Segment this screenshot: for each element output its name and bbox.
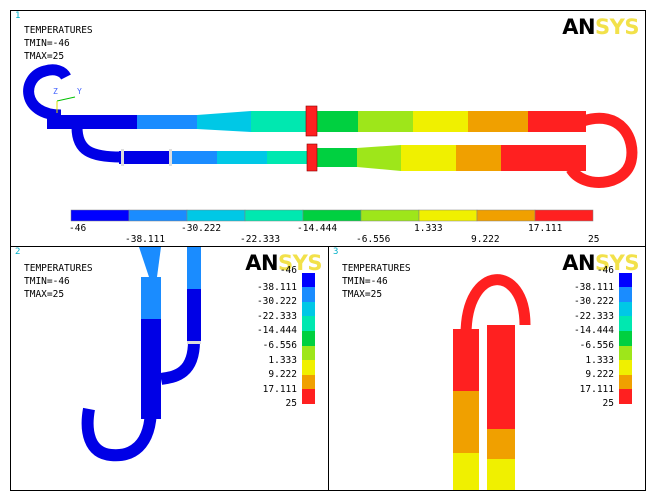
legend-value: -6.556	[579, 340, 614, 351]
pipe-model-view-1	[23, 64, 638, 188]
legend-row: 25	[237, 389, 317, 411]
legend-value-2: -38.111	[125, 234, 166, 245]
legend-value: 25	[602, 398, 614, 410]
legend-swatch	[619, 316, 632, 332]
legend-value: 17.111	[579, 383, 614, 395]
legend-value: -30.222	[573, 296, 614, 308]
legend-value-4: -22.333	[240, 234, 281, 245]
legend-swatch	[619, 345, 632, 361]
legend-value-8: 9.222	[471, 234, 500, 245]
legend-swatch	[619, 331, 632, 346]
legend-value-3: -30.222	[181, 223, 222, 234]
viewport-window-2[interactable]: 2 TEMPERATURES TMIN=-46 TMAX=25 ANSYS -4…	[10, 246, 329, 491]
legend-swatch	[302, 360, 315, 376]
vertical-legend: -46 -38.111 -30.222 -22.333 -14.444 -6.556 1.3…	[554, 259, 634, 439]
legend-swatch	[302, 316, 315, 332]
legend-value-7: 1.333	[414, 223, 443, 234]
legend-value: -22.333	[573, 310, 614, 322]
triad-z-label: Z	[53, 87, 58, 96]
legend-value: -30.222	[256, 296, 297, 308]
legend-value: -14.444	[573, 325, 614, 337]
legend-value: -38.111	[573, 281, 614, 293]
legend-value: 17.111	[262, 383, 297, 395]
legend-value: -14.444	[256, 325, 297, 337]
legend-value-10: 25	[588, 234, 600, 245]
legend-swatch	[302, 272, 315, 288]
legend-swatch	[302, 331, 315, 346]
legend-value-6: -6.556	[356, 234, 391, 245]
vertical-legend: -46 -38.111 -30.222 -22.333 -14.444 -6.556 1.3…	[237, 259, 317, 439]
legend-value: -6.556	[262, 340, 297, 351]
legend-swatch	[619, 374, 632, 390]
legend-value: 1.333	[268, 354, 297, 366]
legend-row: 25	[554, 389, 634, 411]
legend-swatch	[619, 287, 632, 303]
legend-value: 25	[285, 398, 297, 410]
legend-swatch	[302, 287, 315, 303]
legend-value-9: 17.111	[528, 223, 563, 234]
axis-triad: Z Y	[51, 87, 82, 117]
legend-swatch	[302, 389, 315, 405]
viewport-window-1[interactable]: 1 TEMPERATURES TMIN=-46 TMAX=25 ANSYS Z …	[10, 10, 646, 247]
legend-swatch	[302, 345, 315, 361]
legend-value: -46	[279, 265, 297, 276]
legend-swatch	[302, 374, 315, 390]
legend-value: 1.333	[585, 354, 614, 366]
legend-swatch	[619, 389, 632, 405]
legend-value-1: -46	[69, 223, 87, 234]
legend-value: -38.111	[256, 281, 297, 293]
legend-value: -46	[596, 265, 614, 276]
legend-swatch	[619, 360, 632, 376]
legend-value: 9.222	[268, 369, 297, 381]
viewport-window-3[interactable]: 3 TEMPERATURES TMIN=-46 TMAX=25 ANSYS -4…	[328, 246, 646, 491]
legend-swatch	[619, 272, 632, 288]
legend-swatch	[302, 301, 315, 317]
triad-y-label: Y	[77, 87, 82, 96]
legend-value: -22.333	[256, 310, 297, 322]
legend-value: 9.222	[585, 369, 614, 381]
legend-value-5: -14.444	[297, 223, 338, 234]
legend-swatch	[619, 301, 632, 317]
